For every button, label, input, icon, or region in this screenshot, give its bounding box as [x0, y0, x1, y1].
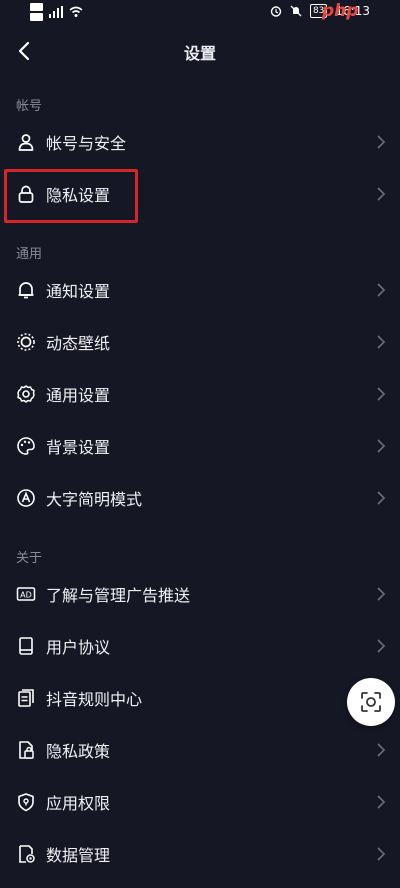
alarm-icon	[270, 6, 282, 17]
large-font-icon	[17, 489, 35, 507]
bell-icon	[18, 282, 34, 299]
settings-item-large-font-mode[interactable]: 大字简明模式	[0, 473, 400, 523]
chevron-right-icon	[377, 587, 386, 601]
chevron-right-icon	[377, 283, 386, 297]
chevron-right-icon	[377, 639, 386, 653]
item-label: 应用权限	[46, 794, 111, 813]
scan-icon	[361, 692, 381, 712]
section-label-general: 通用	[16, 247, 43, 262]
palette-icon	[17, 437, 35, 455]
settings-item-general[interactable]: 通用设置	[0, 369, 400, 419]
chevron-right-icon	[377, 135, 386, 149]
settings-item-user-agreement[interactable]: 用户协议	[0, 621, 400, 671]
header: 设置	[0, 26, 400, 76]
gear-icon	[17, 385, 35, 403]
settings-item-app-permissions[interactable]: 应用权限	[0, 777, 400, 827]
data-settings-icon	[19, 845, 35, 863]
chevron-right-icon	[377, 335, 386, 349]
settings-item-account-security[interactable]: 帐号与安全	[0, 117, 400, 167]
settings-item-privacy-policy[interactable]: 隐私政策	[0, 725, 400, 775]
hd-indicator	[30, 3, 43, 21]
chevron-right-icon	[377, 387, 386, 401]
item-label: 数据管理	[46, 846, 111, 865]
settings-item-data-management[interactable]: 数据管理	[0, 829, 400, 879]
item-label: 通知设置	[46, 282, 111, 301]
status-left	[30, 3, 83, 21]
settings-item-rules-center[interactable]: 抖音规则中心	[0, 673, 400, 723]
item-label: 用户协议	[46, 638, 111, 657]
settings-item-background[interactable]: 背景设置	[0, 421, 400, 471]
item-label: 大字简明模式	[46, 490, 143, 509]
item-label: 背景设置	[46, 438, 111, 457]
person-icon	[18, 134, 34, 151]
floating-scan-button[interactable]	[347, 678, 395, 726]
svg-text:AD: AD	[20, 591, 32, 600]
mute-icon	[290, 5, 302, 17]
item-label: 帐号与安全	[46, 134, 127, 153]
rules-document-icon	[18, 689, 34, 707]
settings-item-live-wallpaper[interactable]: 动态壁纸	[0, 317, 400, 367]
section-label-about: 关于	[16, 551, 43, 566]
shield-icon	[18, 793, 34, 812]
wifi-icon	[69, 6, 83, 17]
settings-item-notifications[interactable]: 通知设置	[0, 265, 400, 315]
chevron-right-icon	[377, 187, 386, 201]
section-label-account: 帐号	[16, 99, 43, 114]
ad-icon: AD	[16, 587, 36, 601]
item-label: 了解与管理广告推送	[46, 586, 191, 605]
php-watermark: php	[322, 1, 359, 21]
item-label: 抖音规则中心	[46, 690, 143, 709]
item-label: 隐私政策	[46, 742, 111, 761]
chevron-right-icon	[377, 439, 386, 453]
chevron-right-icon	[377, 847, 386, 861]
settings-item-ad-management[interactable]: AD 了解与管理广告推送	[0, 569, 400, 619]
privacy-policy-icon	[19, 741, 34, 759]
wallpaper-icon	[17, 333, 35, 351]
chevron-right-icon	[377, 491, 386, 505]
book-icon	[19, 637, 33, 655]
status-bar: 83 16:13 php	[0, 0, 400, 26]
chevron-right-icon	[377, 743, 386, 757]
item-label: 通用设置	[46, 386, 111, 405]
signal-icon	[49, 6, 63, 18]
chevron-right-icon	[377, 795, 386, 809]
page-title: 设置	[183, 44, 216, 63]
item-label: 动态壁纸	[46, 334, 111, 353]
highlight-box	[4, 169, 138, 223]
